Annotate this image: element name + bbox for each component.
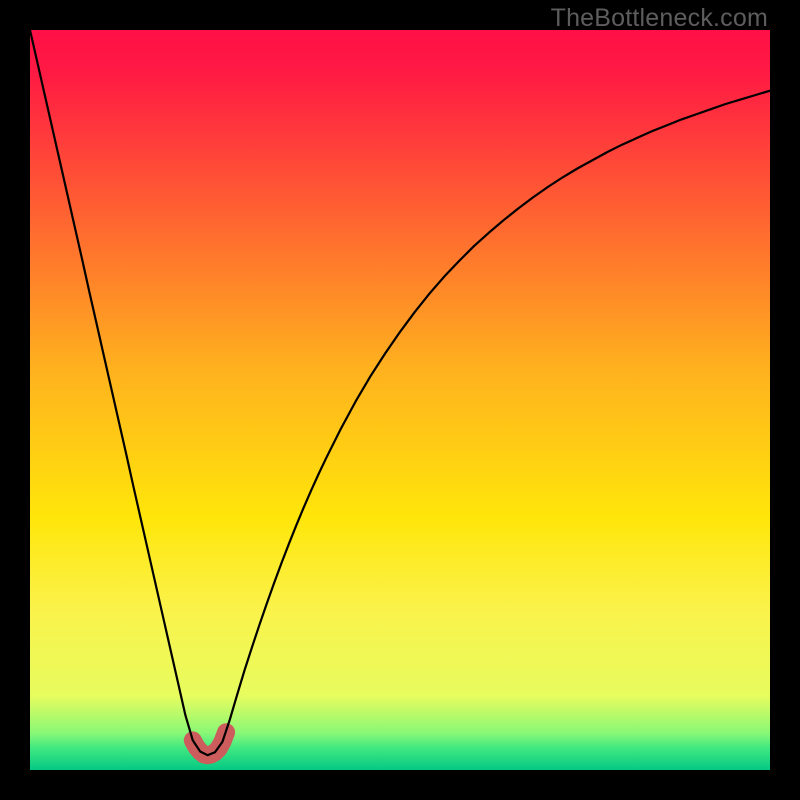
watermark-text: TheBottleneck.com	[551, 4, 768, 33]
chart-frame: TheBottleneck.com	[0, 0, 800, 800]
bottleneck-curve-chart	[30, 30, 770, 770]
chart-plot-area	[30, 30, 770, 770]
gradient-background	[30, 30, 770, 770]
